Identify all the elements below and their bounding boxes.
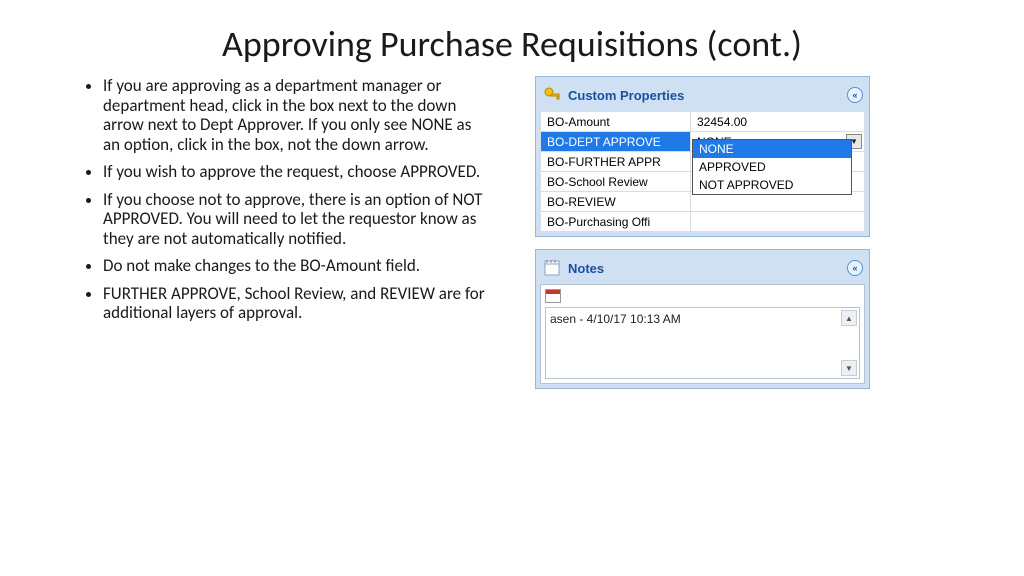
dropdown-option[interactable]: APPROVED <box>693 158 851 176</box>
notepad-icon <box>542 258 562 278</box>
approve-dropdown[interactable]: NONE APPROVED NOT APPROVED <box>692 139 852 195</box>
dropdown-option[interactable]: NONE <box>693 140 851 158</box>
dropdown-option[interactable]: NOT APPROVED <box>693 176 851 194</box>
bullet-item: If you choose not to approve, there is a… <box>103 190 485 249</box>
bullet-list: If you are approving as a department man… <box>85 76 485 389</box>
panel-title: Custom Properties <box>568 88 684 103</box>
scroll-up-icon[interactable]: ▲ <box>841 310 857 326</box>
scroll-down-icon[interactable]: ▼ <box>841 360 857 376</box>
custom-properties-panel: Custom Properties « BO-Amount 32454.00 B… <box>535 76 870 237</box>
slide-title: Approving Purchase Requisitions (cont.) <box>0 0 1024 76</box>
note-entry: asen - 4/10/17 10:13 AM <box>550 312 681 326</box>
notes-panel: Notes « asen - 4/10/17 10:13 AM ▲ ▼ <box>535 249 870 389</box>
prop-label: BO-REVIEW <box>541 192 691 212</box>
calendar-icon[interactable] <box>545 289 561 303</box>
prop-value[interactable]: 32454.00 <box>691 112 865 132</box>
prop-label: BO-School Review <box>541 172 691 192</box>
prop-label: BO-DEPT APPROVE <box>541 132 691 152</box>
keys-icon <box>542 85 562 105</box>
table-row[interactable]: BO-Amount 32454.00 <box>541 112 865 132</box>
prop-label: BO-Amount <box>541 112 691 132</box>
prop-label: BO-FURTHER APPR <box>541 152 691 172</box>
bullet-item: FURTHER APPROVE, School Review, and REVI… <box>103 284 485 323</box>
bullet-item: If you wish to approve the request, choo… <box>103 162 485 182</box>
collapse-icon[interactable]: « <box>847 260 863 276</box>
notes-textarea[interactable]: asen - 4/10/17 10:13 AM ▲ ▼ <box>545 307 860 379</box>
prop-value[interactable] <box>691 212 865 232</box>
bullet-item: If you are approving as a department man… <box>103 76 485 154</box>
collapse-icon[interactable]: « <box>847 87 863 103</box>
prop-label: BO-Purchasing Offi <box>541 212 691 232</box>
panel-title: Notes <box>568 261 604 276</box>
table-row[interactable]: BO-Purchasing Offi <box>541 212 865 232</box>
bullet-item: Do not make changes to the BO-Amount fie… <box>103 256 485 276</box>
